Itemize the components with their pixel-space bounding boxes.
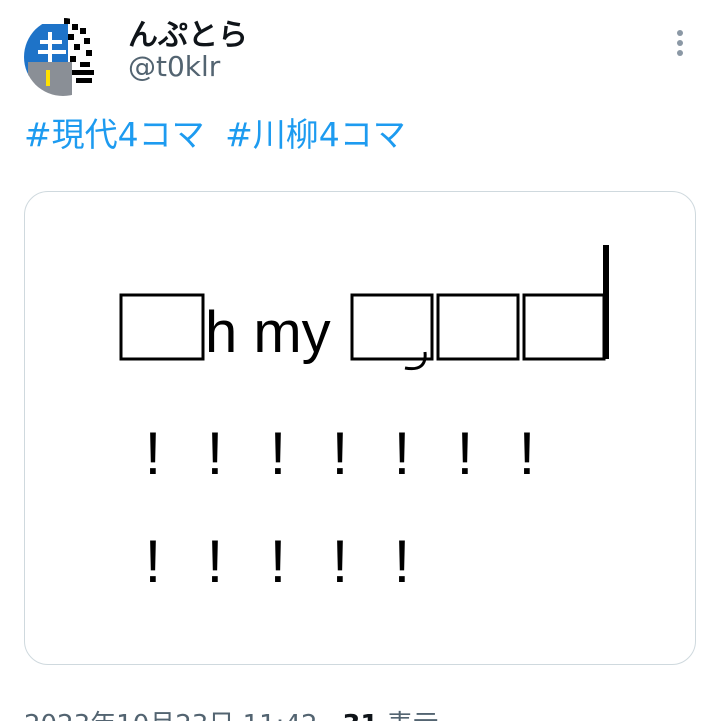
display-name[interactable]: んぷとら: [128, 10, 248, 54]
more-vertical-icon: [677, 50, 683, 56]
exclamation-mark: !: [394, 528, 411, 595]
more-vertical-icon: [677, 40, 683, 46]
exclamation-mark: !: [394, 420, 411, 487]
exclamation-mark: !: [145, 420, 162, 487]
vertical-bar: [603, 245, 609, 359]
exclamation-mark: !: [519, 420, 536, 487]
timestamp-link[interactable]: 2023年10月23日 11:42: [24, 710, 318, 721]
view-label: 表示: [387, 710, 439, 721]
exclamation-mark: !: [270, 420, 287, 487]
exclamation-mark: !: [332, 420, 349, 487]
tweet-image[interactable]: h my ! ! ! ! ! ! ! ! ! ! ! !: [24, 191, 696, 665]
more-options-button[interactable]: [664, 26, 696, 60]
missing-glyph-box: [436, 293, 520, 361]
exclamation-mark: !: [332, 528, 349, 595]
comic-image: h my ! ! ! ! ! ! ! ! ! ! ! !: [119, 245, 609, 595]
missing-glyph-box: [522, 293, 606, 361]
hashtag-link[interactable]: #川柳4コマ: [225, 115, 406, 154]
meta-separator: ·: [326, 710, 334, 721]
tweet-meta: 2023年10月23日 11:42 · 31 表示: [24, 704, 439, 721]
user-handle[interactable]: @t0klr: [128, 50, 220, 83]
image-text: h my: [205, 300, 331, 365]
view-count: 31: [342, 710, 378, 721]
hashtag-link[interactable]: #現代4コマ: [24, 115, 205, 154]
exclamation-mark: !: [145, 528, 162, 595]
tweet-text: #現代4コマ #川柳4コマ: [24, 108, 416, 156]
exclamation-mark: !: [457, 420, 474, 487]
more-vertical-icon: [677, 30, 683, 36]
avatar[interactable]: [24, 18, 102, 96]
exclamation-mark: !: [207, 420, 224, 487]
missing-glyph-box: [119, 293, 205, 361]
missing-glyph-box: [350, 293, 434, 361]
avatar-pixel-image: [24, 18, 102, 96]
exclamation-mark: !: [207, 528, 224, 595]
exclamation-mark: !: [270, 528, 287, 595]
